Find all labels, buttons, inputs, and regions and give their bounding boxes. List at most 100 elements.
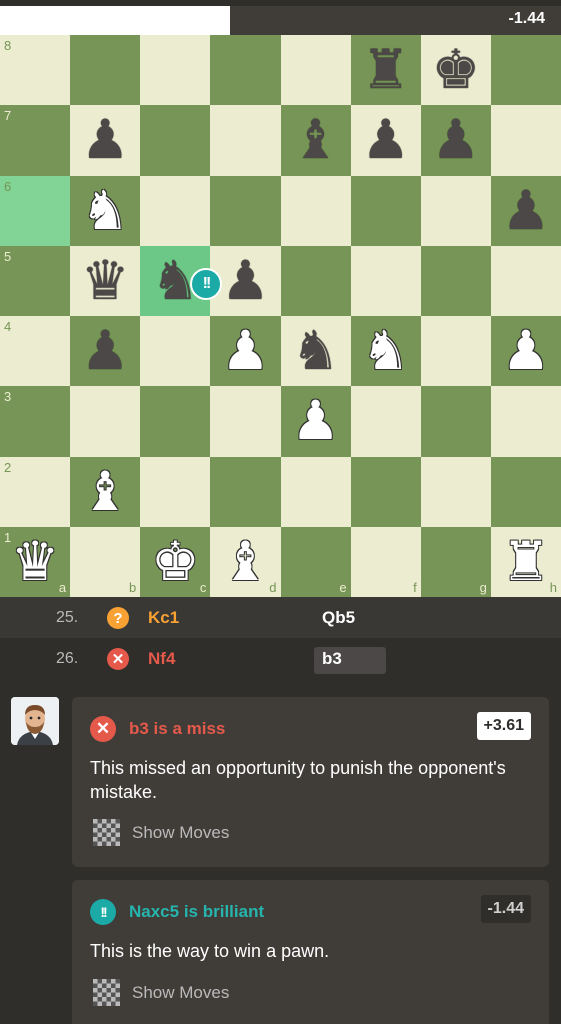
square-f5[interactable] (350, 245, 421, 316)
square-c3[interactable] (140, 386, 211, 457)
file-label: g (479, 580, 487, 595)
black-pawn-icon[interactable]: ♟ (491, 176, 561, 246)
square-a2[interactable]: 2 (0, 456, 71, 527)
square-g6[interactable] (420, 175, 491, 246)
square-h4[interactable]: ♟ (490, 316, 561, 387)
square-a7[interactable]: 7 (0, 105, 71, 176)
square-g7[interactable]: ♟ (420, 105, 491, 176)
square-f1[interactable]: f (350, 526, 421, 597)
square-e6[interactable] (280, 175, 351, 246)
square-g5[interactable] (420, 245, 491, 316)
square-e1[interactable]: e (280, 526, 351, 597)
checkerboard-icon (93, 979, 120, 1006)
square-a5[interactable]: 5 (0, 245, 71, 316)
square-b2[interactable]: ♝ (70, 456, 141, 527)
square-e2[interactable] (280, 456, 351, 527)
square-d1[interactable]: d ♝ (210, 526, 281, 597)
square-d6[interactable] (210, 175, 281, 246)
square-h8[interactable] (490, 35, 561, 106)
black-move-selected[interactable]: b3 (322, 649, 342, 669)
square-d7[interactable] (210, 105, 281, 176)
black-pawn-icon[interactable]: ♟ (70, 105, 140, 175)
white-move[interactable]: Nf4 (148, 649, 175, 669)
brilliant-icon: !! (90, 899, 116, 925)
white-knight-icon[interactable]: ♞ (70, 176, 140, 246)
move-row-26[interactable]: 26. ✕ Nf4 b3 (0, 638, 561, 684)
white-bishop-icon[interactable]: ♝ (70, 457, 140, 527)
square-b8[interactable] (70, 35, 141, 106)
square-b3[interactable] (70, 386, 141, 457)
square-a1[interactable]: 1 a ♛ (0, 526, 71, 597)
square-e7[interactable]: ♝ (280, 105, 351, 176)
square-c7[interactable] (140, 105, 211, 176)
chess-board[interactable]: 8 ♜ ♚ 7 ♟ ♝ ♟ ♟ 6 ♞ ♟ 5 ♛ ♞ ♟ 4 ♟ ♟ ♞ ♞ ♟ 3 ♟ 2 ♝ 1 a ♛ b c ♚ d ♝ e f g h ♜!! (0, 35, 561, 597)
square-g2[interactable] (420, 456, 491, 527)
white-move[interactable]: Kc1 (148, 608, 179, 628)
square-a3[interactable]: 3 (0, 386, 71, 457)
square-h5[interactable] (490, 245, 561, 316)
white-pawn-icon[interactable]: ♟ (281, 386, 351, 456)
black-pawn-icon[interactable]: ♟ (421, 105, 491, 175)
white-bishop-icon[interactable]: ♝ (210, 527, 280, 597)
square-d2[interactable] (210, 456, 281, 527)
black-pawn-icon[interactable]: ♟ (70, 316, 140, 386)
black-rook-icon[interactable]: ♜ (351, 35, 421, 105)
square-c4[interactable] (140, 316, 211, 387)
square-f3[interactable] (350, 386, 421, 457)
move-number: 26. (56, 650, 79, 667)
square-h6[interactable]: ♟ (490, 175, 561, 246)
rank-label: 2 (4, 459, 12, 475)
black-knight-icon[interactable]: ♞ (281, 316, 351, 386)
square-h7[interactable] (490, 105, 561, 176)
white-king-icon[interactable]: ♚ (140, 527, 210, 597)
white-pawn-icon[interactable]: ♟ (210, 316, 280, 386)
square-c8[interactable] (140, 35, 211, 106)
square-f4[interactable]: ♞ (350, 316, 421, 387)
square-g8[interactable]: ♚ (420, 35, 491, 106)
square-g3[interactable] (420, 386, 491, 457)
comment-text: This is the way to win a pawn. (90, 941, 330, 961)
square-e4[interactable]: ♞ (280, 316, 351, 387)
white-pawn-icon[interactable]: ♟ (491, 316, 561, 386)
square-b1[interactable]: b (70, 526, 141, 597)
black-queen-icon[interactable]: ♛ (70, 246, 140, 316)
square-f7[interactable]: ♟ (350, 105, 421, 176)
square-d8[interactable] (210, 35, 281, 106)
square-e5[interactable] (280, 245, 351, 316)
square-e8[interactable] (280, 35, 351, 106)
comment-eval-badge: +3.61 (476, 712, 531, 740)
square-b6[interactable]: ♞ (70, 175, 141, 246)
show-moves-button[interactable]: Show Moves (93, 979, 229, 1006)
square-c1[interactable]: c ♚ (140, 526, 211, 597)
square-c6[interactable] (140, 175, 211, 246)
white-knight-icon[interactable]: ♞ (351, 316, 421, 386)
square-f2[interactable] (350, 456, 421, 527)
square-a8[interactable]: 8 (0, 35, 71, 106)
square-g4[interactable] (420, 316, 491, 387)
square-b5[interactable]: ♛ (70, 245, 141, 316)
white-rook-icon[interactable]: ♜ (491, 527, 561, 597)
square-b7[interactable]: ♟ (70, 105, 141, 176)
black-bishop-icon[interactable]: ♝ (281, 105, 351, 175)
square-a4[interactable]: 4 (0, 316, 71, 387)
square-h2[interactable] (490, 456, 561, 527)
square-c2[interactable] (140, 456, 211, 527)
move-row-25[interactable]: 25. ? Kc1 Qb5 (0, 597, 561, 643)
show-moves-button[interactable]: Show Moves (93, 819, 229, 846)
square-d4[interactable]: ♟ (210, 316, 281, 387)
square-e3[interactable]: ♟ (280, 386, 351, 457)
miss-icon: ✕ (90, 716, 116, 742)
black-pawn-icon[interactable]: ♟ (351, 105, 421, 175)
black-move[interactable]: Qb5 (322, 608, 355, 628)
square-f8[interactable]: ♜ (350, 35, 421, 106)
square-h3[interactable] (490, 386, 561, 457)
square-f6[interactable] (350, 175, 421, 246)
square-b4[interactable]: ♟ (70, 316, 141, 387)
square-a6[interactable]: 6 (0, 175, 71, 246)
square-g1[interactable]: g (420, 526, 491, 597)
square-d3[interactable] (210, 386, 281, 457)
square-h1[interactable]: h ♜ (490, 526, 561, 597)
black-king-icon[interactable]: ♚ (421, 35, 491, 105)
coach-comment-brilliant: !! Naxc5 is brilliant -1.44 This is the … (72, 880, 549, 1024)
white-queen-icon[interactable]: ♛ (0, 527, 70, 597)
